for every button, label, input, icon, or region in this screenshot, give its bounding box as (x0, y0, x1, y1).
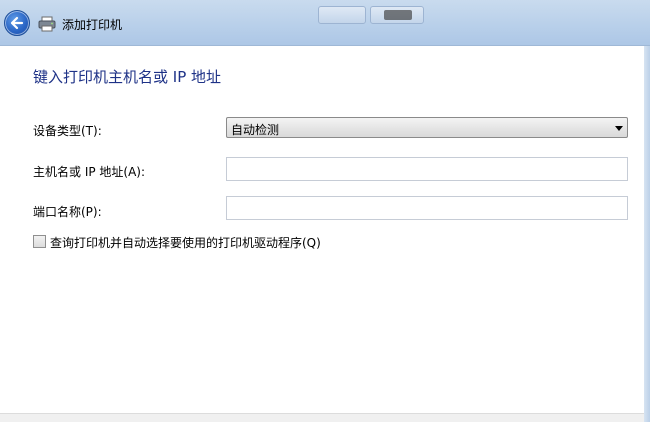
back-arrow-icon (10, 16, 24, 30)
title-bar: 添加打印机 (0, 0, 650, 46)
printer-icon (38, 16, 56, 32)
auto-detect-driver-checkbox[interactable] (33, 235, 46, 248)
back-button[interactable] (4, 10, 30, 36)
window-title: 添加打印机 (62, 18, 123, 32)
auto-detect-driver-label[interactable]: 查询打印机并自动选择要使用的打印机驱动程序(Q) (50, 234, 321, 251)
hostname-input[interactable] (226, 157, 628, 181)
page-heading: 键入打印机主机名或 IP 地址 (33, 68, 222, 86)
port-name-label: 端口名称(P): (33, 205, 102, 219)
footer-strip (0, 413, 644, 422)
port-name-input[interactable] (226, 196, 628, 220)
dropdown-arrow-icon (615, 126, 623, 131)
wizard-content: 键入打印机主机名或 IP 地址 设备类型(T): 自动检测 主机名或 IP 地址… (0, 46, 644, 422)
minimize-button[interactable] (318, 6, 366, 24)
device-type-value: 自动检测 (231, 123, 280, 137)
device-type-label: 设备类型(T): (33, 124, 102, 138)
device-type-select[interactable]: 自动检测 (226, 117, 628, 138)
hostname-label: 主机名或 IP 地址(A): (33, 165, 146, 179)
window-frame-right (644, 46, 650, 422)
close-glyph-icon (384, 10, 412, 20)
